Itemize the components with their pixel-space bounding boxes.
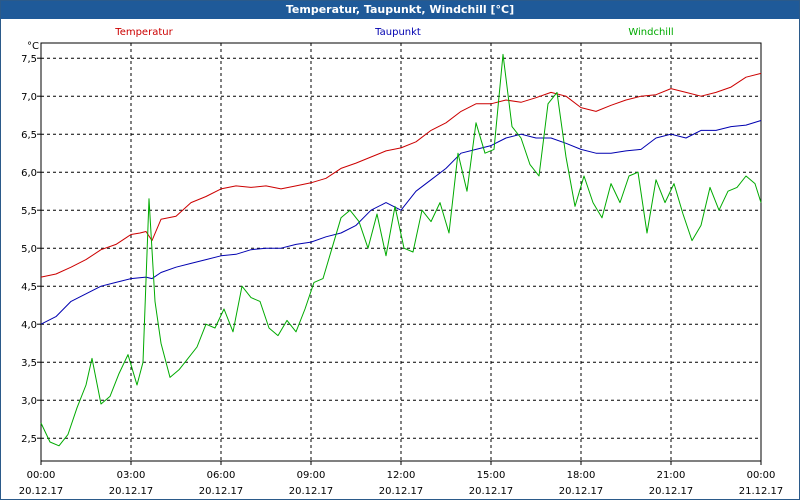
x-tick-time-label: 21:00 xyxy=(657,470,686,481)
legend-item-taupunkt: Taupunkt xyxy=(374,27,421,38)
x-tick-date-label: 20.12.17 xyxy=(289,486,334,497)
y-tick-label: 5,5 xyxy=(21,206,37,217)
x-tick-date-label: 21.12.17 xyxy=(739,486,784,497)
x-tick-time-label: 15:00 xyxy=(477,470,506,481)
y-tick-label: 3,0 xyxy=(21,396,37,407)
x-tick-time-label: 00:00 xyxy=(27,470,56,481)
legend: Temperatur Taupunkt Windchill xyxy=(114,27,673,38)
x-tick-date-label: 20.12.17 xyxy=(559,486,604,497)
chart-window: Temperatur, Taupunkt, Windchill [°C] 2,5… xyxy=(0,0,800,500)
x-axis-ticks: 00:00 20.12.17 03:00 20.12.17 06:00 20.12.17 0… xyxy=(19,461,784,497)
x-tick-date-label: 20.12.17 xyxy=(649,486,694,497)
x-tick-date-label: 20.12.17 xyxy=(109,486,154,497)
y-tick-label: 7,0 xyxy=(21,92,37,103)
y-tick-label: 3,5 xyxy=(21,358,37,369)
x-tick-date-label: 20.12.17 xyxy=(469,486,514,497)
legend-item-windchill: Windchill xyxy=(628,27,673,38)
x-tick-date-label: 20.12.17 xyxy=(19,486,64,497)
y-axis-unit-label: °C xyxy=(27,41,39,52)
x-tick-time-label: 06:00 xyxy=(207,470,236,481)
x-tick-time-label: 00:00 xyxy=(747,470,776,481)
x-tick-date-label: 20.12.17 xyxy=(199,486,244,497)
chart-svg: 2,5 3,0 3,5 4,0 4,5 5,0 5,5 6,0 6,5 7,0 7,5 00:00 2… xyxy=(19,27,784,497)
y-tick-label: 4,0 xyxy=(21,320,37,331)
y-tick-label: 5,0 xyxy=(21,244,37,255)
legend-item-temperatur: Temperatur xyxy=(114,27,173,38)
y-tick-label: 2,5 xyxy=(21,434,37,445)
y-tick-label: 6,5 xyxy=(21,130,37,141)
y-tick-label: 4,5 xyxy=(21,282,37,293)
y-tick-label: 6,0 xyxy=(21,168,37,179)
x-tick-time-label: 09:00 xyxy=(297,470,326,481)
x-tick-date-label: 20.12.17 xyxy=(379,486,424,497)
y-axis-ticks: 2,5 3,0 3,5 4,0 4,5 5,0 5,5 6,0 6,5 7,0 7,5 xyxy=(21,54,41,445)
x-tick-time-label: 03:00 xyxy=(117,470,146,481)
x-tick-time-label: 18:00 xyxy=(567,470,596,481)
x-tick-time-label: 12:00 xyxy=(387,470,416,481)
y-tick-label: 7,5 xyxy=(21,54,37,65)
